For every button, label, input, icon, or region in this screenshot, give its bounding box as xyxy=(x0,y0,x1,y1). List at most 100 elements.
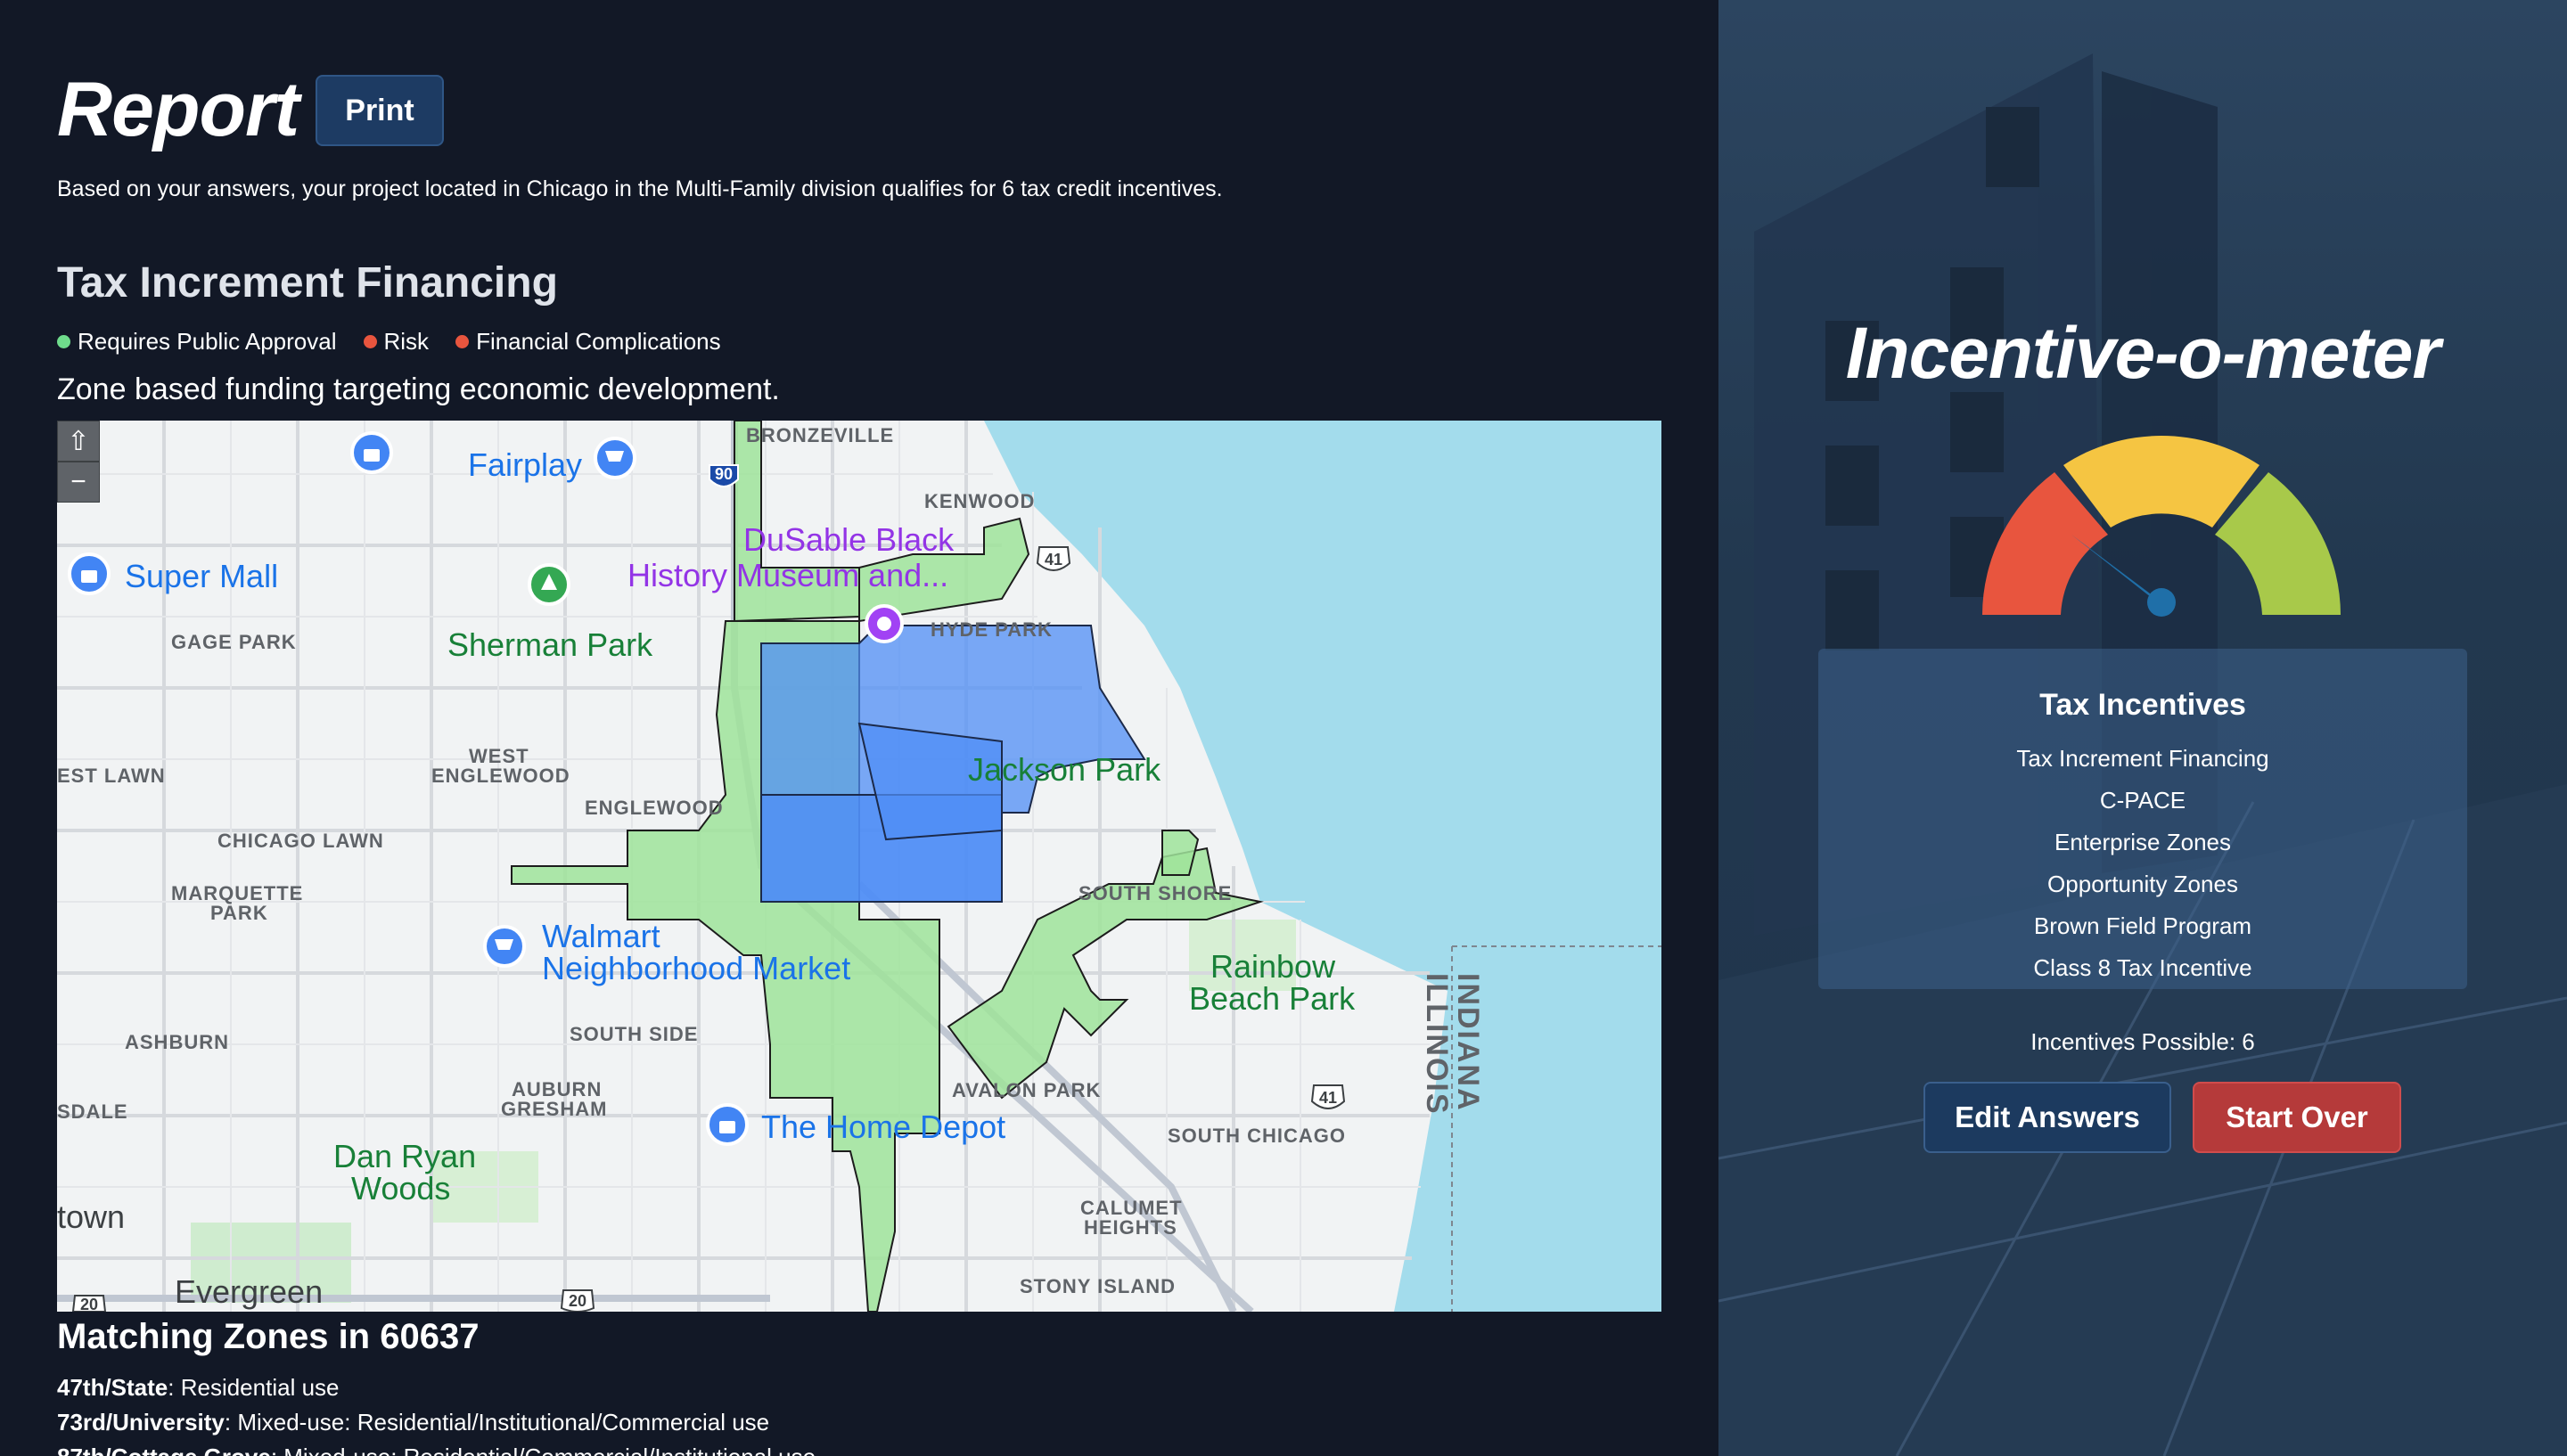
map-canvas[interactable]: BRONZEVILLE KENWOOD HYDE PARK GAGE PARK … xyxy=(57,421,1661,1312)
label-avalon-park: AVALON PARK xyxy=(952,1079,1101,1101)
tag-financial: Financial Complications xyxy=(455,328,721,356)
label-kenwood: KENWOOD xyxy=(924,490,1035,512)
list-item: 87th/Cottage Grove: Mixed-use: Residenti… xyxy=(57,1440,816,1456)
us-route-shield-icon: 20 xyxy=(71,1295,107,1312)
label-englewood: ENGLEWOOD xyxy=(585,797,724,819)
shield-90: 90 xyxy=(715,465,733,483)
label-chicago-lawn: CHICAGO LAWN xyxy=(217,830,384,852)
zone-use: : Residential use xyxy=(168,1374,340,1401)
us-route-shield-icon: 20 xyxy=(560,1289,595,1312)
meter-title: Incentive-o-meter xyxy=(1845,313,2441,394)
shopping-cart-icon xyxy=(594,437,636,479)
label-home-depot: The Home Depot xyxy=(761,1108,1005,1145)
shield-20-left: 20 xyxy=(80,1296,98,1312)
edit-answers-button[interactable]: Edit Answers xyxy=(1923,1082,2171,1153)
incentives-possible: Incentives Possible: 6 xyxy=(2030,1028,2255,1055)
museum-icon xyxy=(865,604,904,643)
shopping-bag-icon xyxy=(350,431,393,474)
zoom-in-button[interactable]: ⇧ xyxy=(57,421,100,462)
label-hyde-park: HYDE PARK xyxy=(931,618,1053,641)
report-panel: Report Print Based on your answers, your… xyxy=(0,0,1718,1456)
label-illinois: ILLINOIS xyxy=(1420,973,1454,1116)
shopping-cart-icon xyxy=(483,925,526,968)
gauge-mid-segment xyxy=(2063,436,2259,528)
label-super-mall: Super Mall xyxy=(125,558,278,594)
state-labels: INDIANA ILLINOIS xyxy=(1420,973,1485,1116)
label-oakdale: SDALE xyxy=(57,1100,128,1123)
list-item: Tax Increment Financing xyxy=(2016,745,2269,772)
tree-icon xyxy=(528,563,570,606)
tag-label: Financial Complications xyxy=(476,328,721,355)
zone-name: 47th/State xyxy=(57,1374,168,1401)
zone-map[interactable]: BRONZEVILLE KENWOOD HYDE PARK GAGE PARK … xyxy=(57,421,1661,1312)
report-summary: Based on your answers, your project loca… xyxy=(57,176,1223,201)
label-woods: Woods xyxy=(351,1170,450,1207)
tax-incentives-title: Tax Incentives xyxy=(2039,688,2246,722)
list-item: 73rd/University: Mixed-use: Residential/… xyxy=(57,1405,816,1440)
zone-use: : Mixed-use: Residential/Institutional/C… xyxy=(224,1409,770,1436)
label-walmart-market: Neighborhood Market xyxy=(542,950,850,986)
label-stony-island: STONY ISLAND xyxy=(1020,1275,1176,1297)
incentive-title: Tax Increment Financing xyxy=(57,259,558,307)
label-heights: HEIGHTS xyxy=(1084,1216,1177,1239)
label-beach-park: Beach Park xyxy=(1189,980,1356,1017)
label-west-lawn: EST LAWN xyxy=(57,765,166,787)
page-title: Report xyxy=(57,67,299,152)
label-dan-ryan: Dan Ryan xyxy=(333,1138,476,1174)
list-item: Brown Field Program xyxy=(2033,912,2252,939)
label-south-shore: SOUTH SHORE xyxy=(1078,882,1232,904)
matching-zones-list: 47th/State: Residential use 73rd/Univers… xyxy=(57,1370,816,1456)
label-sherman-park: Sherman Park xyxy=(447,626,653,663)
us-route-shield-icon: 41 xyxy=(1310,1084,1346,1109)
zone-use: : Mixed-use: Residential/Commercial/Inst… xyxy=(271,1444,816,1456)
tag-label: Requires Public Approval xyxy=(78,328,337,355)
shield-41-top: 41 xyxy=(1045,551,1062,568)
tax-incentives-list: Tax Increment Financing C-PACE Enterpris… xyxy=(1818,738,2467,989)
label-bronzeville: BRONZEVILLE xyxy=(746,424,894,446)
shield-20-mid: 20 xyxy=(569,1292,586,1310)
tag-label: Risk xyxy=(383,328,430,355)
list-item: Opportunity Zones xyxy=(2047,871,2238,897)
label-gage-park: GAGE PARK xyxy=(171,631,297,653)
shopping-bag-icon xyxy=(68,552,111,595)
zone-name: 87th/Cottage Grove xyxy=(57,1444,271,1456)
label-south-chicago: SOUTH CHICAGO xyxy=(1168,1125,1346,1147)
label-town: town xyxy=(57,1198,125,1235)
tax-incentives-card: Tax Incentives Tax Increment Financing C… xyxy=(1818,649,2467,989)
green-dot-icon xyxy=(57,335,70,348)
shopping-bag-icon xyxy=(706,1103,749,1146)
label-south-side: SOUTH SIDE xyxy=(570,1023,698,1045)
tag-public-approval: Requires Public Approval xyxy=(57,328,337,356)
incentive-tags: Requires Public Approval Risk Financial … xyxy=(57,328,721,356)
list-item: Class 8 Tax Incentive xyxy=(2033,954,2252,981)
label-jackson-park: Jackson Park xyxy=(968,751,1161,788)
label-ashburn: ASHBURN xyxy=(125,1031,229,1053)
label-evergreen: Evergreen xyxy=(175,1273,323,1310)
label-indiana: INDIANA xyxy=(1451,973,1485,1112)
list-item: Enterprise Zones xyxy=(2054,829,2231,855)
label-museum-line2: History Museum and... xyxy=(627,557,948,593)
red-dot-icon xyxy=(455,335,470,348)
list-item: 47th/State: Residential use xyxy=(57,1370,816,1405)
incentive-meter-panel: Incentive-o-meter Tax Incentives Tax Inc… xyxy=(1718,0,2567,1456)
tag-risk: Risk xyxy=(363,328,430,356)
incentive-description: Zone based funding targeting economic de… xyxy=(57,372,780,406)
list-item: C-PACE xyxy=(2099,787,2186,814)
gauge-pivot xyxy=(2147,588,2176,617)
zoom-out-button[interactable]: − xyxy=(57,462,100,503)
label-fairplay: Fairplay xyxy=(468,446,582,483)
shield-41-bottom: 41 xyxy=(1319,1089,1337,1107)
us-route-shield-icon: 41 xyxy=(1036,546,1071,571)
interstate-shield-icon: 90 xyxy=(709,464,739,487)
print-button[interactable]: Print xyxy=(316,75,444,146)
label-gresham: GRESHAM xyxy=(501,1098,607,1120)
red-dot-icon xyxy=(363,335,377,348)
start-over-button[interactable]: Start Over xyxy=(2193,1082,2401,1153)
zone-name: 73rd/University xyxy=(57,1409,225,1436)
label-walmart: Walmart xyxy=(542,918,660,954)
matching-zones-title: Matching Zones in 60637 xyxy=(57,1317,480,1356)
incentive-gauge xyxy=(1982,436,2341,617)
label-museum-line1: DuSable Black xyxy=(743,521,955,558)
label-marquette-park: PARK xyxy=(210,902,268,924)
label-englewood-west: ENGLEWOOD xyxy=(431,765,570,787)
